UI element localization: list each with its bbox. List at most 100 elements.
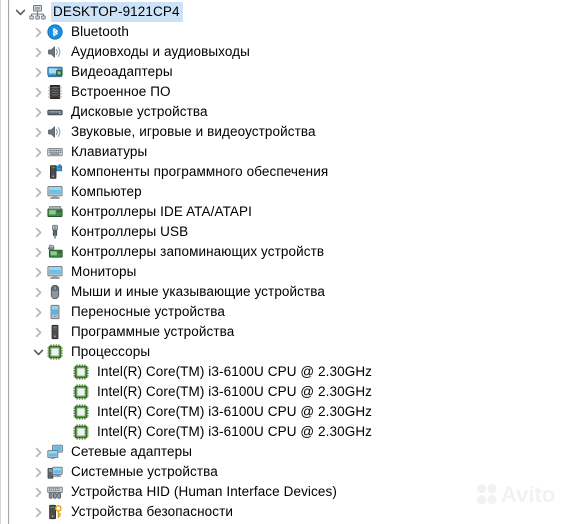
tree-item-label: Мыши и иные указывающие устройства [71,284,326,299]
tree-item-label: Видеоадаптеры [71,64,173,79]
tree-item-category[interactable]: Мыши и иные указывающие устройства [10,282,580,302]
chevron-right-icon[interactable] [30,302,46,322]
tree-item-category[interactable]: Программные устройства [10,322,580,342]
chevron-right-icon[interactable] [30,222,46,242]
chevron-right-icon[interactable] [30,42,46,62]
software-component-icon [46,163,64,181]
system-device-icon [46,463,64,481]
tree-item-category[interactable]: Процессоры [10,342,580,362]
tree-item-label: Переносные устройства [71,304,226,319]
tree-item-device[interactable]: Intel(R) Core(TM) i3-6100U CPU @ 2.30GHz [10,402,580,422]
mouse-icon [46,283,64,301]
tree-item-category[interactable]: Устройства HID (Human Interface Devices) [10,482,580,502]
chevron-down-icon[interactable] [30,342,46,362]
tree-item-label: Системные устройства [71,464,218,479]
portable-device-icon [46,303,64,321]
tree-item-label: Звуковые, игровые и видеоустройства [71,124,316,139]
usb-icon [46,223,64,241]
speaker-icon [46,43,64,61]
tree-item-category[interactable]: Видеоадаптеры [10,62,580,82]
processor-icon [72,383,90,401]
monitor-icon [46,183,64,201]
device-manager-window: DESKTOP-9121CP4 Bluetooth Аудиовходы и а… [0,0,583,524]
tree-item-root-computer[interactable]: DESKTOP-9121CP4 [10,2,580,22]
tree-item-category[interactable]: Клавиатуры [10,142,580,162]
processor-icon [72,423,90,441]
speaker-icon [46,123,64,141]
processor-icon [46,343,64,361]
tree-item-category[interactable]: Мониторы [10,262,580,282]
tree-item-label: Сетевые адаптеры [71,444,193,459]
device-tree[interactable]: DESKTOP-9121CP4 Bluetooth Аудиовходы и а… [10,2,580,522]
tree-item-label: Компьютер [71,184,142,199]
chevron-right-icon[interactable] [30,502,46,522]
tree-item-category[interactable]: Контроллеры запоминающих устройств [10,242,580,262]
tree-item-label: Процессоры [71,344,151,359]
chevron-right-icon[interactable] [30,462,46,482]
tree-item-category[interactable]: Встроенное ПО [10,82,580,102]
chevron-right-icon[interactable] [30,322,46,342]
tree-item-category[interactable]: Контроллеры USB [10,222,580,242]
tree-item-label: DESKTOP-9121CP4 [51,2,183,22]
chevron-right-icon[interactable] [30,162,46,182]
network-adapter-icon [46,443,64,461]
tree-item-category[interactable]: Звуковые, игровые и видеоустройства [10,122,580,142]
display-adapter-icon [46,63,64,81]
chevron-right-icon[interactable] [30,282,46,302]
tree-item-category[interactable]: Компоненты программного обеспечения [10,162,580,182]
chevron-right-icon[interactable] [30,442,46,462]
chevron-right-icon[interactable] [30,242,46,262]
chevron-right-icon[interactable] [30,102,46,122]
tree-item-label: Устройства безопасности [71,504,234,519]
storage-controller-icon [46,243,64,261]
security-device-icon [46,503,64,521]
tree-item-category[interactable]: Системные устройства [10,462,580,482]
tree-item-category[interactable]: Дисковые устройства [10,102,580,122]
tree-item-label: Программные устройства [71,324,235,339]
tree-item-category[interactable]: Компьютер [10,182,580,202]
tree-item-label: Intel(R) Core(TM) i3-6100U CPU @ 2.30GHz [97,404,373,419]
chevron-right-icon[interactable] [30,482,46,502]
tree-item-label: Аудиовходы и аудиовыходы [71,44,250,59]
tree-item-label: Контроллеры IDE ATA/ATAPI [71,204,252,219]
tree-item-label: Компоненты программного обеспечения [71,164,329,179]
tree-item-label: Мониторы [71,264,137,279]
tree-item-category[interactable]: Устройства безопасности [10,502,580,522]
tree-item-category[interactable]: Bluetooth [10,22,580,42]
tree-item-device[interactable]: Intel(R) Core(TM) i3-6100U CPU @ 2.30GHz [10,422,580,442]
tree-item-category[interactable]: Переносные устройства [10,302,580,322]
chevron-right-icon[interactable] [30,62,46,82]
chevron-down-icon[interactable] [12,2,28,22]
chevron-right-icon[interactable] [30,122,46,142]
tree-item-label: Встроенное ПО [71,84,171,99]
tree-item-device[interactable]: Intel(R) Core(TM) i3-6100U CPU @ 2.30GHz [10,362,580,382]
chevron-right-icon[interactable] [30,82,46,102]
monitor-icon [46,263,64,281]
ide-controller-icon [46,203,64,221]
tree-item-label: Дисковые устройства [71,104,208,119]
window-border-top [9,0,583,1]
hid-device-icon [46,483,64,501]
computer-network-icon [28,3,46,21]
window-border-outer [0,0,1,524]
tree-item-label: Bluetooth [71,24,129,39]
tree-item-category[interactable]: Сетевые адаптеры [10,442,580,462]
tree-item-label: Intel(R) Core(TM) i3-6100U CPU @ 2.30GHz [97,424,373,439]
tree-item-label: Контроллеры USB [71,224,189,239]
keyboard-icon [46,143,64,161]
chevron-right-icon[interactable] [30,262,46,282]
chevron-right-icon[interactable] [30,202,46,222]
tree-item-label: Устройства HID (Human Interface Devices) [71,484,337,499]
tree-item-label: Intel(R) Core(TM) i3-6100U CPU @ 2.30GHz [97,364,373,379]
processor-icon [72,403,90,421]
chevron-right-icon[interactable] [30,22,46,42]
tree-item-category[interactable]: Контроллеры IDE ATA/ATAPI [10,202,580,222]
tree-item-device[interactable]: Intel(R) Core(TM) i3-6100U CPU @ 2.30GHz [10,382,580,402]
disk-drive-icon [46,103,64,121]
firmware-chip-icon [46,83,64,101]
chevron-right-icon[interactable] [30,142,46,162]
tree-item-label: Intel(R) Core(TM) i3-6100U CPU @ 2.30GHz [97,384,373,399]
tree-item-label: Клавиатуры [71,144,148,159]
chevron-right-icon[interactable] [30,182,46,202]
tree-item-category[interactable]: Аудиовходы и аудиовыходы [10,42,580,62]
